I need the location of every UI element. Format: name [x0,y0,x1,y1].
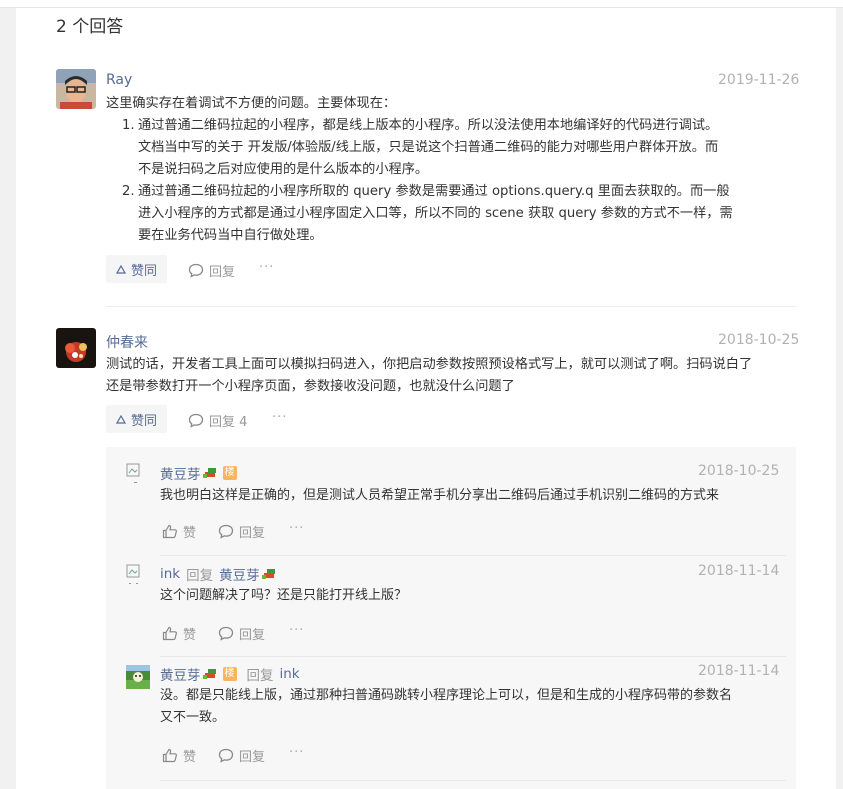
reply-body: 这个问题解决了吗？还是只能打开线上版？ [160,588,408,603]
more-button[interactable]: ··· [272,410,287,425]
list-number: 2. [122,184,135,199]
reply-author-name: ink [160,566,181,582]
reply-date: 2018-11-14 [698,563,780,579]
list-line: 通过普通二维码拉起的小程序所取的 query 参数是需要通过 options.q… [138,184,730,199]
reply-word: 回复 [246,668,274,684]
sprout-badge-icon [261,569,275,579]
reply-to-name[interactable]: ink [280,666,300,682]
list-line: 进入小程序的方式都是通过小程序固定入口等，所以不同的 scene 获取 quer… [138,206,733,221]
list-item: 1. 通过普通二维码拉起的小程序，都是线上版本的小程序。所以没法使用本地编译好的… [122,115,802,181]
answer-list: 1. 通过普通二维码拉起的小程序，都是线上版本的小程序。所以没法使用本地编译好的… [122,115,802,247]
comment-icon [218,626,234,641]
like-button[interactable]: 赞 [162,746,196,765]
reply-body: 没。都是只能线上版，通过那种扫普通码跳转小程序理论上可以，但是和生成的小程序码带… [160,685,790,729]
top-border [0,0,843,8]
reply-label: 回复 [209,265,236,280]
more-button[interactable]: ··· [259,260,274,275]
list-line: 文档当中写的关于 开发版/体验版/线上版，只是说这个扫普通二维码的能力对哪些用户… [138,140,719,155]
reply-label: 回复 4 [209,415,248,430]
reply-author[interactable]: 黄豆芽 楼 [160,463,237,483]
broken-image-avatar [126,564,150,588]
floor-owner-badge: 楼 [222,667,237,681]
list-line: 不是说扫码之后对应使用的是什么版本的小程序。 [138,162,429,177]
more-button[interactable]: ··· [289,623,304,638]
more-button[interactable]: ··· [289,745,304,760]
list-line: 要在业务代码当中自行做处理。 [138,228,323,243]
reply-button[interactable]: 回复 4 [188,411,247,430]
reply-date: 2018-11-14 [698,663,780,679]
comment-icon [218,524,234,539]
reply-button[interactable]: 回复 [218,624,265,643]
sprout-badge-icon [202,468,216,478]
sprout-badge-icon [202,669,216,679]
reply-body: 我也明白这样是正确的，但是测试人员希望正常手机分享出二维码后通过手机识别二维码的… [160,488,720,503]
body-line: 没。都是只能线上版，通过那种扫普通码跳转小程序理论上可以，但是和生成的小程序码带… [160,688,733,703]
like-button[interactable]: 赞同 [106,255,168,283]
like-label: 赞 [183,750,197,765]
reply-button[interactable]: 回复 [188,261,235,280]
avatar[interactable] [126,665,150,689]
list-item: 2. 通过普通二维码拉起的小程序所取的 query 参数是需要通过 option… [122,181,802,247]
reply-author[interactable]: 黄豆芽 楼 回复 ink [160,664,300,684]
triangle-up-icon [116,414,126,424]
reply-label: 回复 [239,526,266,541]
divider [160,656,786,657]
list-line: 通过普通二维码拉起的小程序，都是线上版本的小程序。所以没法使用本地编译好的代码进… [138,118,719,133]
comment-icon [188,263,204,278]
reply-word: 回复 [186,568,214,584]
author-name[interactable]: Ray [106,72,132,88]
like-button[interactable]: 赞同 [106,405,168,433]
replies-box: 黄豆芽 楼 2018-10-25 我也明白这样是正确的，但是测试人员希望正常手机… [106,447,796,789]
author-name[interactable]: 仲春来 [106,332,148,352]
body-line: 还是带参数打开一个小程序页面，参数接收没问题，也就没什么问题了 [106,379,515,394]
reply-to-name[interactable]: 黄豆芽 [219,564,260,584]
thumbs-up-icon [162,626,177,641]
like-button[interactable]: 赞 [162,624,196,643]
divider [160,780,786,781]
like-label: 赞 [183,526,197,541]
reply-button[interactable]: 回复 [218,746,265,765]
broken-image-avatar [126,463,150,487]
like-label: 赞 [183,628,197,643]
body-line: 又不一致。 [160,710,226,725]
answer-date: 2018-10-25 [718,332,800,348]
answer-intro: 这里确实存在着调试不方便的问题。主要体现在： [106,96,397,111]
like-label: 赞同 [131,263,158,279]
reply-label: 回复 [239,628,266,643]
body-line: 测试的话，开发者工具上面可以模拟扫码进入，你把启动参数按照预设格式写上，就可以测… [106,357,753,372]
reply-button[interactable]: 回复 [218,522,265,541]
like-label: 赞同 [131,413,158,429]
divider [160,555,786,556]
thumbs-up-icon [162,524,177,539]
triangle-up-icon [116,264,126,274]
answers-heading: 2 个回答 [56,17,124,37]
avatar[interactable] [56,328,96,368]
like-button[interactable]: 赞 [162,522,196,541]
floor-owner-badge: 楼 [222,466,237,480]
answer-body: 测试的话，开发者工具上面可以模拟扫码进入，你把启动参数按照预设格式写上，就可以测… [106,354,806,398]
reply-date: 2018-10-25 [698,463,780,479]
reply-author[interactable]: ink 回复 黄豆芽 [160,564,278,584]
reply-author-name: 黄豆芽 [160,668,201,684]
answers-card: 2 个回答 Ray 2019-11-26 这里确实存在着调试不方便的问题。主要体… [16,8,836,789]
reply-label: 回复 [239,750,266,765]
answer-date: 2019-11-26 [718,72,800,88]
list-number: 1. [122,118,135,133]
reply-author-name: 黄豆芽 [160,467,201,483]
comment-icon [188,413,204,428]
divider [106,306,796,307]
avatar[interactable] [56,69,96,109]
thumbs-up-icon [162,748,177,763]
more-button[interactable]: ··· [289,521,304,536]
comment-icon [218,748,234,763]
